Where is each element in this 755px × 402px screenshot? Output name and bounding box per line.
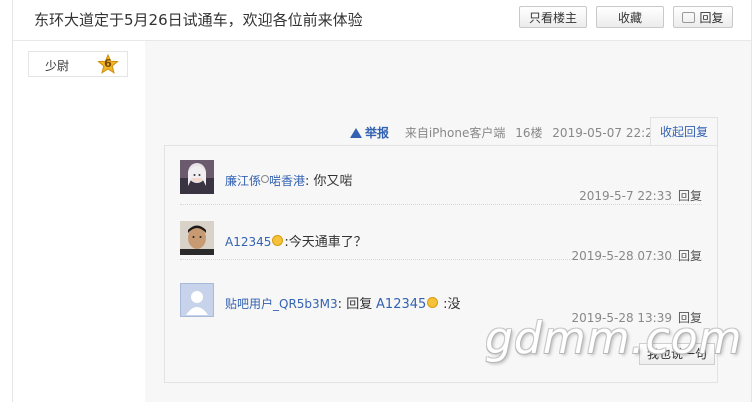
rank-level: 6 — [104, 57, 112, 70]
smiley-emoji-icon — [272, 235, 284, 246]
reply-time: 2019-5-7 22:33 — [579, 189, 672, 203]
author-rank: 少尉 6 — [28, 51, 128, 77]
reply-username[interactable]: A12345 — [225, 235, 271, 249]
thread-header: 东环大道定于5月26日试通车，欢迎各位前来体验 只看楼主 收藏 回复 — [13, 0, 751, 41]
reply-time: 2019-5-28 13:39 — [571, 311, 672, 325]
reply-content: 你又啱 — [313, 174, 353, 189]
thread-title: 东环大道定于5月26日试通车，欢迎各位前来体验 — [34, 11, 363, 29]
reply-username[interactable]: 贴吧用户_QR5b3M3 — [225, 297, 338, 311]
smiley-emoji-icon — [427, 297, 439, 308]
post-datetime: 2019-05-07 22:21 — [552, 126, 661, 140]
default-user-avatar[interactable] — [180, 283, 214, 317]
report-label: 举报 — [365, 126, 390, 140]
reply-meta: 2019-5-7 22:33 回复 — [579, 187, 702, 204]
reply-link[interactable]: 回复 — [678, 189, 702, 203]
reply-link[interactable]: 回复 — [678, 249, 702, 263]
reply-time: 2019-5-28 07:30 — [571, 249, 672, 263]
reply-text: 贴吧用户_QR5b3M3: 回复 A12345 :没 — [225, 297, 461, 312]
reply-text: A12345:今天通車了？ — [225, 235, 367, 250]
favorite-button[interactable]: 收藏 — [596, 6, 664, 28]
man-photo-avatar[interactable] — [180, 221, 214, 255]
speech-bubble-icon — [682, 12, 696, 23]
i-say-button[interactable]: 我也说一句 — [639, 343, 715, 365]
reply-link[interactable]: 回复 — [678, 311, 702, 325]
list-item: 贴吧用户_QR5b3M3: 回复 A12345 :没 2019-5-28 13:… — [180, 283, 702, 343]
reply-username[interactable]: 廉江係 — [225, 174, 261, 188]
reply-username-suffix[interactable]: 啱香港 — [269, 174, 305, 188]
reply-button-label: 回复 — [699, 11, 724, 25]
post-source: 来自iPhone客户端 — [404, 126, 506, 140]
report-link[interactable]: 举报 — [350, 126, 395, 140]
reply-text: 廉江係 啱香港: 你又啱 — [225, 174, 353, 189]
warning-icon — [350, 128, 362, 138]
reply-mention[interactable]: A12345 — [376, 297, 426, 312]
list-item: 廉江係 啱香港: 你又啱 2019-5-7 22:33 回复 — [180, 160, 702, 205]
rank-label: 少尉 — [45, 59, 70, 73]
reply-content: :没 — [443, 297, 461, 312]
reply-button[interactable]: 回复 — [673, 6, 733, 28]
reply-meta: 2019-5-28 13:39 回复 — [571, 309, 702, 326]
reply-prefix: 回复 — [346, 297, 373, 312]
reply-meta: 2019-5-28 07:30 回复 — [571, 247, 702, 264]
post-floor: 16楼 — [515, 126, 543, 140]
rank-star-icon: 6 — [97, 54, 119, 76]
only-op-button[interactable]: 只看楼主 — [519, 6, 587, 28]
author-column — [13, 41, 145, 402]
post-meta: 举报 来自iPhone客户端 16楼 2019-05-07 22:21 — [350, 124, 666, 142]
anime-girl-avatar[interactable] — [180, 160, 214, 194]
copyright-circle-icon — [261, 175, 270, 183]
list-item: A12345:今天通車了？ 2019-5-28 07:30 回复 — [180, 221, 702, 263]
reply-list: 廉江係 啱香港: 你又啱 2019-5-7 22:33 回复 A12345:今天通車… — [164, 145, 718, 383]
reply-content: 今天通車了？ — [288, 235, 367, 250]
collapse-replies-button[interactable]: 收起回复 — [650, 117, 718, 146]
